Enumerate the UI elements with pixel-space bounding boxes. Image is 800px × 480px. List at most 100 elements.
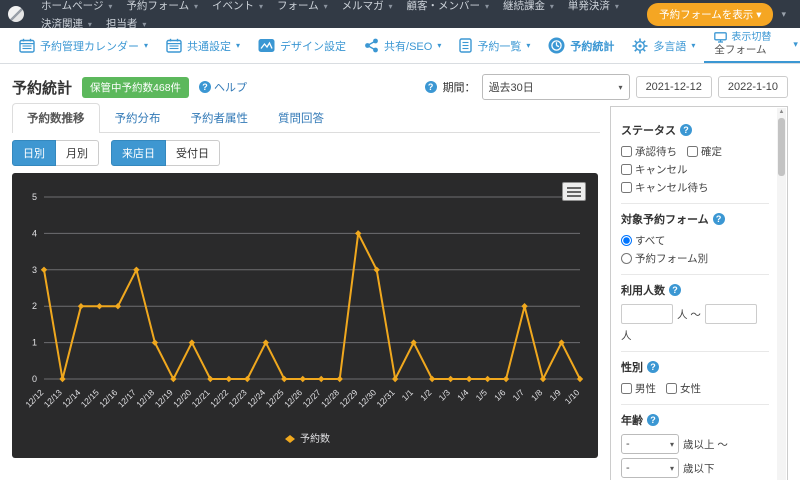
svg-text:12/13: 12/13 [42, 387, 64, 409]
checkbox-option[interactable]: キャンセル待ち [621, 180, 709, 195]
stored-reservations-badge: 保管中予約数468件 [82, 77, 189, 98]
date-from-input[interactable]: 2021-12-12 [636, 76, 712, 98]
chevron-down-icon: ▾ [437, 41, 441, 50]
chevron-down-icon: ▾ [619, 83, 623, 92]
daily-button[interactable]: 日別 [12, 140, 56, 166]
chevron-down-icon: ▾ [324, 2, 328, 11]
svg-text:12/14: 12/14 [60, 387, 82, 409]
top-nav-item-3[interactable]: フォーム ▾ [270, 0, 335, 12]
people-min-input[interactable] [621, 304, 673, 324]
people-max-input[interactable] [705, 304, 757, 324]
filter-section-0: ステータス ?承認待ち確定キャンセルキャンセル待ち [621, 115, 769, 204]
checkbox-input[interactable] [666, 383, 677, 394]
period-label: 期間： [443, 79, 476, 95]
radio-option[interactable]: すべて [621, 233, 769, 248]
chart-legend[interactable]: 予約数 [285, 432, 330, 445]
top-nav-item-7[interactable]: 単発決済 ▾ [561, 0, 626, 12]
radio-option[interactable]: 予約フォーム別 [621, 251, 769, 266]
age-min-select[interactable]: -▾ [621, 434, 679, 454]
svg-text:12/23: 12/23 [227, 387, 249, 409]
chevron-down-icon: ▾ [756, 9, 761, 21]
chevron-down-icon: ▾ [108, 2, 112, 11]
radio-input[interactable] [621, 253, 632, 264]
period-select[interactable]: 過去30日 ▾ [482, 74, 630, 100]
sidebar-scrollbar[interactable]: ▲ ▼ [777, 108, 786, 480]
checkbox-input[interactable] [621, 383, 632, 394]
toolbar-item-reservation-list[interactable]: 予約一覧▾ [450, 28, 539, 63]
scroll-up-icon[interactable]: ▲ [777, 109, 786, 115]
reservations-line-chart: 01234512/1212/1312/1412/1512/1612/1712/1… [12, 173, 598, 458]
page-title: 予約統計 [12, 77, 72, 98]
reception-date-button[interactable]: 受付日 [166, 140, 220, 166]
checkbox-input[interactable] [621, 182, 632, 193]
stats-tabs: 予約数推移 予約分布 予約者属性 質問回答 [12, 106, 600, 133]
top-nav-item-2[interactable]: イベント ▾ [205, 0, 270, 12]
filter-section-label: 対象予約フォーム ? [621, 211, 769, 227]
clock-icon [548, 37, 565, 54]
age-max-select[interactable]: -▾ [621, 458, 679, 478]
chevron-down-icon: ▾ [670, 464, 674, 473]
checkbox-option[interactable]: 男性 [621, 381, 656, 396]
app-logo-icon [8, 6, 24, 22]
chevron-down-icon: ▾ [485, 2, 489, 11]
main-content: 予約統計 保管中予約数468件 ? ヘルプ ? 期間： 過去30日 ▾ 2021… [0, 64, 800, 480]
scrollbar-thumb[interactable] [778, 118, 785, 176]
filter-section-label: 年齢 ? [621, 412, 769, 428]
gear-icon [632, 38, 648, 54]
svg-text:12/31: 12/31 [374, 387, 396, 409]
chevron-down-icon: ▾ [236, 41, 240, 50]
chevron-down-icon: ▾ [144, 41, 148, 50]
svg-text:5: 5 [32, 192, 37, 202]
display-switch-dropdown[interactable]: 表示切替 全フォーム ▾ [704, 28, 800, 63]
svg-text:1: 1 [32, 338, 37, 348]
svg-text:12/22: 12/22 [208, 387, 230, 409]
tab-reservation-distribution[interactable]: 予約分布 [100, 103, 176, 132]
svg-text:12/28: 12/28 [319, 387, 341, 409]
toolbar-item-share-seo[interactable]: 共有/SEO▾ [355, 28, 450, 63]
svg-text:1/6: 1/6 [492, 387, 508, 403]
tab-reserver-attributes[interactable]: 予約者属性 [176, 103, 264, 132]
svg-text:12/29: 12/29 [338, 387, 360, 409]
visit-date-button[interactable]: 来店日 [111, 140, 166, 166]
monthly-button[interactable]: 月別 [56, 140, 99, 166]
date-to-input[interactable]: 2022-1-10 [718, 76, 788, 98]
checkbox-input[interactable] [687, 146, 698, 157]
help-link[interactable]: ? ヘルプ [199, 79, 247, 95]
chart-canvas: 01234512/1212/1312/1412/1512/1612/1712/1… [16, 179, 594, 451]
chart-export-menu-icon[interactable] [562, 182, 586, 201]
toolbar-item-reservation-calendar[interactable]: 予約管理カレンダー▾ [10, 28, 157, 63]
top-nav-item-1[interactable]: 予約フォーム ▾ [119, 0, 205, 12]
svg-text:12/16: 12/16 [97, 387, 119, 409]
filter-sidebar: ステータス ?承認待ち確定キャンセルキャンセル待ち対象予約フォーム ?すべて予約… [610, 106, 788, 480]
checkbox-input[interactable] [621, 164, 632, 175]
help-icon: ? [669, 284, 681, 296]
radio-input[interactable] [621, 235, 632, 246]
svg-text:12/26: 12/26 [282, 387, 304, 409]
checkbox-option[interactable]: 承認待ち [621, 144, 677, 159]
tab-reservation-trend[interactable]: 予約数推移 [12, 103, 100, 133]
svg-text:2: 2 [32, 301, 37, 311]
toolbar-item-multilanguage[interactable]: 多言語▾ [623, 28, 704, 63]
user-menu-caret-icon[interactable]: ▾ [775, 9, 792, 20]
checkbox-option[interactable]: 確定 [687, 144, 722, 159]
chevron-down-icon: ▾ [194, 2, 198, 11]
filter-section-2: 利用人数 ? 人 ～ 人 [621, 275, 769, 352]
top-nav-item-4[interactable]: メルマガ ▾ [335, 0, 400, 12]
top-nav-item-6[interactable]: 継続課金 ▾ [496, 0, 561, 12]
top-nav-item-0[interactable]: ホームページ ▾ [34, 0, 119, 12]
svg-text:3: 3 [32, 265, 37, 275]
top-nav-item-5[interactable]: 顧客・メンバー ▾ [400, 0, 496, 12]
tab-question-answers[interactable]: 質問回答 [263, 103, 339, 132]
toolbar-item-common-settings[interactable]: 共通設定▾ [157, 28, 249, 63]
svg-text:12/19: 12/19 [153, 387, 175, 409]
svg-text:1/9: 1/9 [547, 387, 563, 403]
toolbar-item-design-settings[interactable]: デザイン設定 [249, 28, 355, 63]
toolbar-item-reservation-stats[interactable]: 予約統計 [539, 28, 623, 63]
checkbox-option[interactable]: キャンセル [621, 162, 688, 177]
image-icon [258, 38, 275, 53]
chevron-down-icon: ▾ [389, 2, 393, 11]
svg-text:12/27: 12/27 [301, 387, 323, 409]
checkbox-input[interactable] [621, 146, 632, 157]
show-reservation-form-button[interactable]: 予約フォームを表示 ▾ [647, 3, 773, 26]
checkbox-option[interactable]: 女性 [666, 381, 701, 396]
